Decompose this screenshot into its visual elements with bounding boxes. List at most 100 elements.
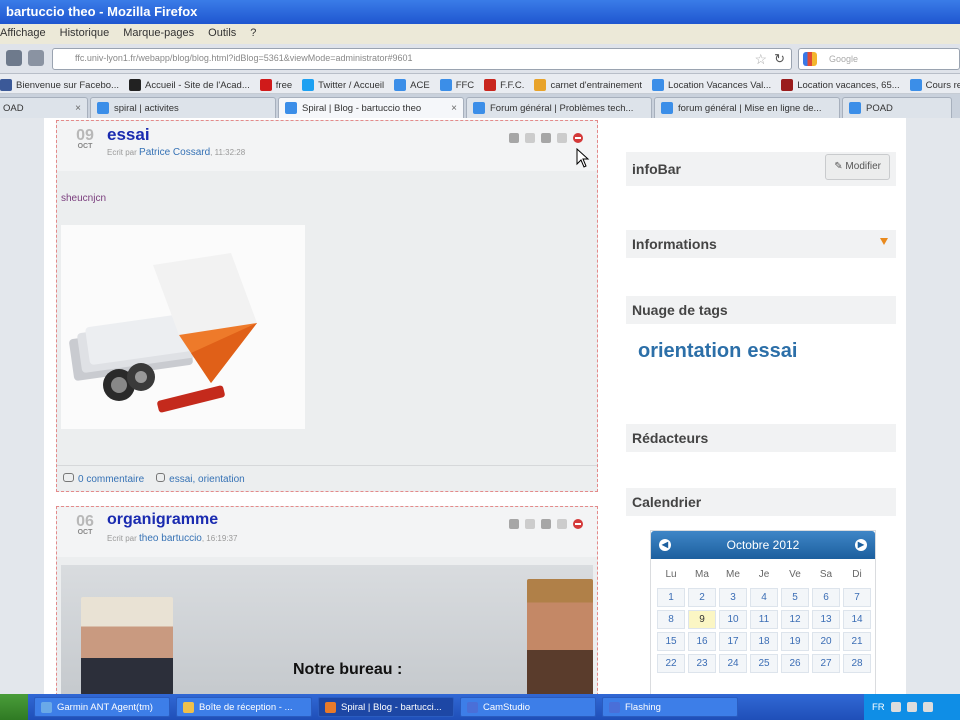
calendar-day[interactable]: 6 [812, 588, 840, 607]
calendar-day[interactable]: 24 [719, 654, 747, 673]
trash-icon[interactable] [541, 133, 551, 143]
tab-forum-mise-en-ligne[interactable]: forum général | Mise en ligne de... [654, 97, 840, 118]
bookmark-f-f-c[interactable]: F.F.C. [484, 77, 524, 93]
tag-orientation[interactable]: orientation [638, 340, 741, 362]
settings-icon[interactable] [525, 133, 535, 143]
tab-spiral-activites[interactable]: spiral | activites [90, 97, 276, 118]
calendar-day[interactable]: 19 [781, 632, 809, 651]
location-icon [781, 79, 794, 91]
tab-spiral-blog[interactable]: Spiral | Blog - bartuccio theo × [278, 97, 464, 118]
task-mail[interactable]: Boîte de réception - ... [176, 697, 312, 717]
post-tools [509, 519, 583, 529]
calendar-day[interactable]: 2 [688, 588, 716, 607]
calendar-day[interactable]: 25 [750, 654, 778, 673]
widget-redacteurs: Rédacteurs [626, 424, 896, 452]
reload-icon[interactable]: ↻ [774, 51, 785, 67]
task-flashing[interactable]: Flashing [602, 697, 738, 717]
delete-icon[interactable] [573, 133, 583, 143]
bookmark-cours[interactable]: Cours rem... [909, 77, 960, 93]
task-firefox[interactable]: Spiral | Blog - bartucci... [318, 697, 454, 717]
calendar-day[interactable]: 5 [781, 588, 809, 607]
firefox-icon [325, 701, 336, 713]
calendar-day[interactable]: 1 [657, 588, 685, 607]
calendar-day[interactable]: 27 [812, 654, 840, 673]
calendar-day[interactable]: 22 [657, 654, 685, 673]
tag-essai[interactable]: essai [747, 340, 797, 362]
bookmark-location-65[interactable]: Location vacances, 65... [781, 77, 900, 93]
calendar-day[interactable]: 21 [843, 632, 871, 651]
close-icon[interactable]: × [451, 103, 457, 114]
lock-icon[interactable] [557, 519, 567, 529]
calendar-day[interactable]: 13 [812, 610, 840, 629]
calendar-day[interactable]: 18 [750, 632, 778, 651]
calendar-day[interactable]: 20 [812, 632, 840, 651]
bookmark-location-val[interactable]: Location Vacances Val... [652, 77, 771, 93]
home-icon[interactable] [28, 50, 44, 66]
search-input[interactable]: Google [798, 48, 960, 70]
calendar-day[interactable]: 14 [843, 610, 871, 629]
carnet-icon [534, 79, 547, 91]
post-banner-image: Notre bureau : [61, 565, 593, 694]
bookmark-ffc[interactable]: FFC [439, 77, 474, 93]
post-author[interactable]: Patrice Cossard [139, 147, 210, 158]
menu-help[interactable]: ? [250, 27, 256, 44]
calendar-day[interactable]: 3 [719, 588, 747, 607]
calendar-day[interactable]: 4 [750, 588, 778, 607]
tray-icon[interactable] [922, 702, 933, 712]
next-month-icon[interactable]: ▶ [855, 539, 867, 551]
calendar-day[interactable]: 16 [688, 632, 716, 651]
calendar-day[interactable]: 28 [843, 654, 871, 673]
bookmark-facebook[interactable]: Bienvenue sur Facebo... [0, 77, 119, 93]
filter-icon[interactable] [880, 238, 888, 245]
calendar-day-today[interactable]: 9 [688, 610, 716, 629]
tray-icon[interactable] [890, 702, 901, 712]
tray-icon[interactable] [906, 702, 917, 712]
bookmark-free[interactable]: free [259, 77, 292, 93]
tab-forum-problemes[interactable]: Forum général | Problèmes tech... [466, 97, 652, 118]
edit-icon[interactable] [509, 133, 519, 143]
calendar-day[interactable]: 10 [719, 610, 747, 629]
bookmark-ace[interactable]: ACE [394, 77, 430, 93]
post-author[interactable]: theo bartuccio [139, 533, 202, 544]
calendar-day[interactable]: 8 [657, 610, 685, 629]
bookmark-star-icon[interactable]: ☆ [754, 51, 767, 68]
widget-infobar: infoBar ✎ Modifier [626, 152, 896, 186]
back-icon[interactable] [6, 50, 22, 66]
menu-affichage[interactable]: Affichage [0, 27, 46, 44]
close-icon[interactable]: × [75, 103, 81, 114]
comments-link[interactable]: 0 commentaire [63, 472, 144, 485]
menu-outils[interactable]: Outils [208, 27, 236, 44]
url-bar[interactable]: ffc.univ-lyon1.fr/webapp/blog/blog.html?… [52, 48, 792, 70]
delete-icon[interactable] [573, 519, 583, 529]
bookmark-twitter[interactable]: Twitter / Accueil [302, 77, 384, 93]
lock-icon[interactable] [557, 133, 567, 143]
tab-poad[interactable]: POAD [842, 97, 952, 118]
post-title[interactable]: organigramme [107, 511, 218, 529]
edit-icon[interactable] [509, 519, 519, 529]
calendar-day[interactable]: 17 [719, 632, 747, 651]
tab-oad[interactable]: OAD × [0, 97, 88, 118]
menu-marque-pages[interactable]: Marque-pages [123, 27, 194, 44]
calendar-day[interactable]: 23 [688, 654, 716, 673]
post-title[interactable]: essai [107, 125, 150, 145]
calendar-day[interactable]: 11 [750, 610, 778, 629]
task-camstudio[interactable]: CamStudio [460, 697, 596, 717]
menu-bar: Affichage Historique Marque-pages Outils… [0, 24, 960, 44]
tags-link[interactable]: essai, orientation [156, 472, 245, 485]
calendar-day[interactable]: 15 [657, 632, 685, 651]
task-garmin[interactable]: Garmin ANT Agent(tm) [34, 697, 170, 717]
bookmark-carnet[interactable]: carnet d'entrainement [534, 77, 642, 93]
prev-month-icon[interactable]: ◀ [659, 539, 671, 551]
modifier-button[interactable]: ✎ Modifier [825, 154, 890, 180]
bookmark-academie[interactable]: Accueil - Site de l'Acad... [128, 77, 250, 93]
page-viewport[interactable]: 09 OCT essai Ecrit par Patrice Cossard, … [0, 118, 960, 694]
trash-icon[interactable] [541, 519, 551, 529]
calendar-day[interactable]: 12 [781, 610, 809, 629]
calendar-day[interactable]: 26 [781, 654, 809, 673]
language-indicator[interactable]: FR [872, 702, 885, 713]
twitter-icon [302, 79, 315, 91]
start-button[interactable] [0, 694, 28, 720]
menu-historique[interactable]: Historique [60, 27, 110, 44]
settings-icon[interactable] [525, 519, 535, 529]
calendar-day[interactable]: 7 [843, 588, 871, 607]
